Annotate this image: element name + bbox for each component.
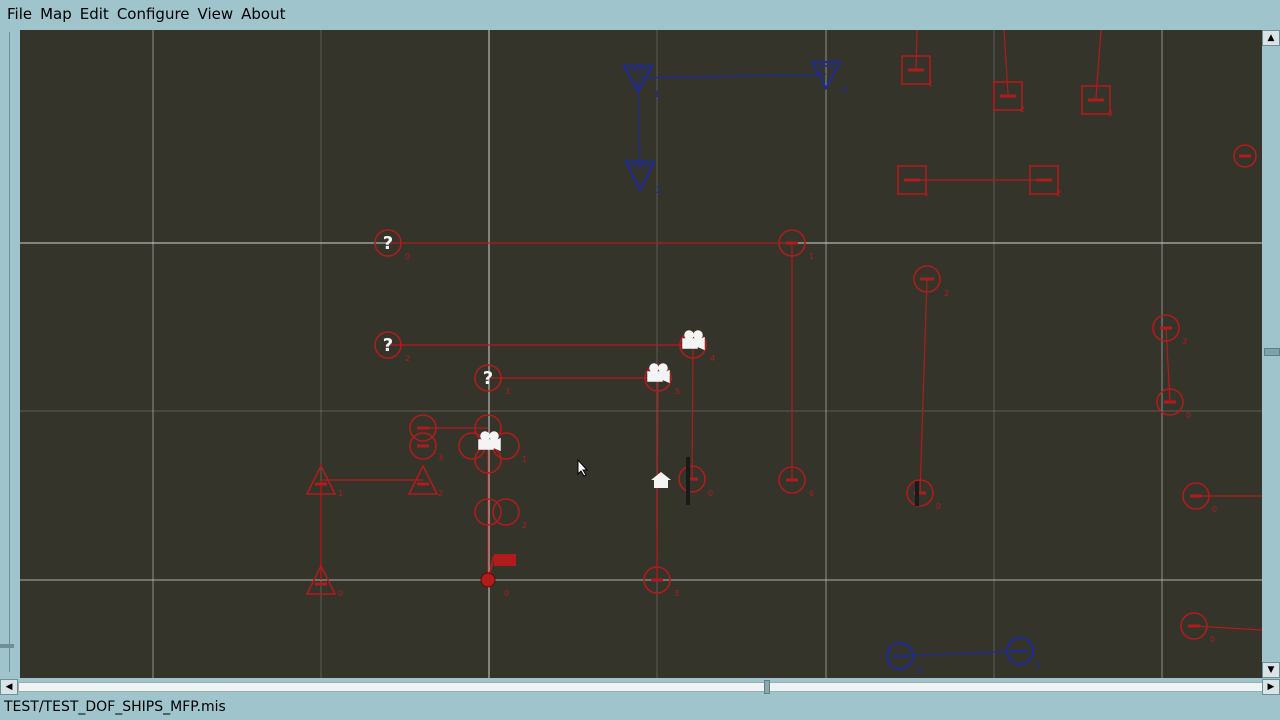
ruler-tick	[0, 644, 14, 648]
unit-label: 0	[1210, 635, 1215, 644]
unit-label: 3	[438, 453, 443, 462]
unit-label: 4	[710, 354, 715, 363]
unit-label: 6	[809, 489, 814, 498]
unit-label: 1	[924, 189, 929, 198]
flag-icon[interactable]	[480, 554, 516, 588]
horizontal-scroll-track[interactable]	[18, 682, 1264, 692]
unit-label: 2	[1056, 189, 1061, 198]
unit-label: 0	[1186, 411, 1191, 420]
camera-icon	[647, 363, 670, 384]
blue-circle-unit[interactable]: 0	[886, 642, 922, 676]
red-routes	[320, 30, 1262, 631]
menu-bar: File Map Edit Configure View About	[0, 0, 1280, 28]
blue-triangle-units[interactable]: 1 0 2	[622, 61, 848, 196]
red-circle-unit[interactable]	[409, 432, 437, 460]
blue-triangle-unit[interactable]: 2	[624, 161, 662, 196]
unit-label: 1	[338, 489, 343, 498]
ship-marker-icons	[686, 457, 919, 506]
ruler-line	[9, 32, 10, 672]
ship-marker-icon	[686, 457, 690, 505]
menu-view[interactable]: View	[195, 0, 237, 28]
home-icon[interactable]	[651, 472, 671, 488]
map-svg[interactable]: 1 0 2 0 1 ? ? ? 0 1 2 3 4 5 2 3 0 6 0 0 …	[20, 30, 1262, 678]
unit-label: 1	[522, 455, 527, 464]
menu-configure[interactable]: Configure	[114, 0, 193, 28]
camera-icons	[478, 330, 705, 452]
question-mark-icon: ?	[383, 335, 393, 356]
camera-icon	[478, 431, 501, 452]
camera-icon	[682, 330, 705, 351]
unit-label: 0	[936, 502, 941, 511]
unit-label: 0	[405, 252, 410, 261]
unit-label: 3	[674, 589, 679, 598]
unit-label: 0	[338, 589, 343, 598]
blue-circle-unit[interactable]: 1	[1006, 637, 1042, 671]
unit-label: 1	[654, 90, 660, 100]
unit-label: 5	[675, 387, 680, 396]
unit-label: 0	[504, 589, 509, 598]
unit-label: 2	[1020, 105, 1025, 114]
question-mark-icon: ?	[383, 233, 393, 254]
unit-label: 2	[522, 521, 527, 530]
unit-label: 3	[1182, 337, 1187, 346]
mouse-cursor-icon	[577, 459, 589, 477]
vertical-scroll-thumb[interactable]	[1264, 348, 1280, 356]
question-mark-icon: ?	[483, 368, 493, 389]
unit-label: 1	[809, 252, 814, 261]
unit-label: 1	[928, 79, 933, 88]
scroll-up-button[interactable]: ▲	[1262, 30, 1280, 46]
unit-label: 0	[708, 489, 713, 498]
blue-circle-units[interactable]: 0 1	[886, 637, 1042, 676]
scroll-down-button[interactable]: ▼	[1262, 662, 1280, 678]
blue-routes	[637, 73, 1021, 657]
unit-label: 2	[405, 354, 410, 363]
menu-about[interactable]: About	[238, 0, 288, 28]
mission-file-path: TEST/TEST_DOF_SHIPS_MFP.mis	[4, 699, 226, 715]
scroll-right-button[interactable]: ▶	[1262, 679, 1280, 695]
red-triangle-units[interactable]	[305, 464, 439, 595]
mission-map-canvas[interactable]: 1 0 2 0 1 ? ? ? 0 1 2 3 4 5 2 3 0 6 0 0 …	[20, 30, 1262, 678]
scroll-left-button[interactable]: ◀	[0, 679, 18, 695]
unit-label: 0	[1212, 505, 1217, 514]
red-circle-unit[interactable]	[492, 498, 520, 526]
horizontal-scroll-thumb[interactable]	[764, 680, 770, 694]
unit-label: 2	[656, 186, 662, 196]
unit-label: 3	[505, 387, 510, 396]
horizontal-scrollbar[interactable]: ◀ ▶	[0, 678, 1280, 695]
ship-marker-icon	[915, 481, 919, 506]
blue-triangle-unit[interactable]: 0	[810, 61, 848, 96]
unit-label: 3	[1108, 109, 1113, 118]
map-grid	[20, 30, 1262, 678]
menu-map[interactable]: Map	[37, 0, 75, 28]
unit-label: 2	[944, 289, 949, 298]
unit-label: 1	[1036, 661, 1042, 671]
red-unit-labels: 0 1 2 3 4 5 2 3 0 6 0 0 0 0 3 0 1 2 0 3 …	[338, 79, 1217, 644]
unit-label: 2	[438, 489, 443, 498]
left-ruler	[0, 28, 20, 678]
blue-triangle-unit[interactable]: 1	[622, 65, 660, 100]
unit-label: 0	[842, 86, 848, 96]
question-mark-icons: ? ? ?	[383, 233, 493, 389]
unit-label: 0	[916, 666, 922, 676]
red-circle-unit[interactable]	[1233, 144, 1257, 168]
vertical-scrollbar[interactable]: ▲ ▼	[1262, 30, 1280, 678]
menu-edit[interactable]: Edit	[77, 0, 112, 28]
red-square-units[interactable]	[897, 55, 1111, 195]
status-bar: TEST/TEST_DOF_SHIPS_MFP.mis	[0, 696, 1280, 720]
menu-file[interactable]: File	[4, 0, 35, 28]
